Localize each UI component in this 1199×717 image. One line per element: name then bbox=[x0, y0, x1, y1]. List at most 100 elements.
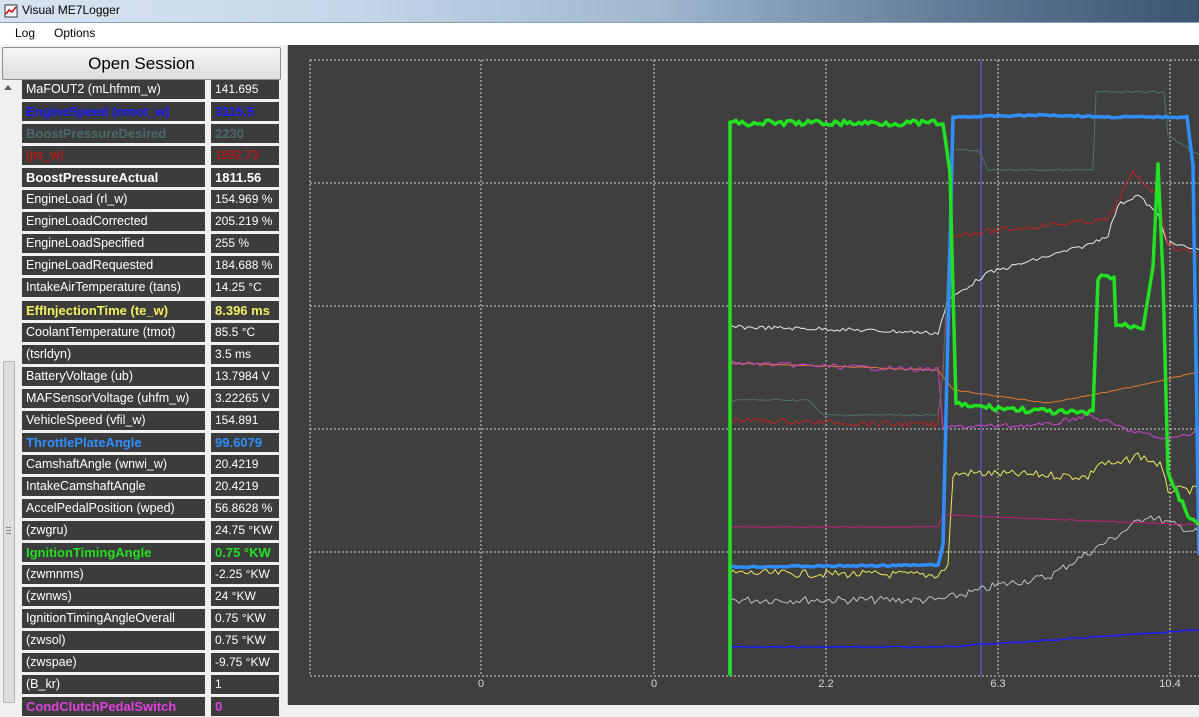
channel-value: 14.25 °C bbox=[211, 278, 279, 298]
channel-value: 154.891 bbox=[211, 410, 279, 430]
channel-row[interactable]: (ps_w) 1892.73 bbox=[22, 146, 287, 166]
channel-name: CoolantTemperature (tmot) bbox=[22, 322, 205, 342]
channel-name: AccelPedalPosition (wped) bbox=[22, 498, 205, 518]
channel-value: 85.5 °C bbox=[211, 322, 279, 342]
menu-options[interactable]: Options bbox=[54, 26, 95, 40]
channel-row[interactable]: CoolantTemperature (tmot) 85.5 °C bbox=[22, 322, 287, 343]
channel-value: 1 bbox=[211, 675, 279, 695]
channel-name: (tsrldyn) bbox=[22, 344, 205, 364]
trace-boost-actual bbox=[729, 194, 1199, 335]
channel-name: BoostPressureActual bbox=[22, 168, 205, 188]
channel-value: 99.6079 bbox=[211, 432, 279, 452]
channel-panel: Open Session MaFOUT2 (mLhfmm_w) 141.695 En… bbox=[0, 45, 288, 717]
channel-row[interactable]: EffInjectionTime (te_w) 8.396 ms bbox=[22, 300, 287, 321]
channel-value: 154.969 % bbox=[211, 190, 279, 210]
channel-value: 3.5 ms bbox=[211, 344, 279, 364]
channel-name: (zwgru) bbox=[22, 521, 205, 540]
channel-value: 8.396 ms bbox=[211, 300, 279, 320]
channel-row[interactable]: AccelPedalPosition (wped) 56.8628 % bbox=[22, 498, 287, 519]
channel-row[interactable]: EngineLoadCorrected 205.219 % bbox=[22, 212, 287, 232]
trace-pedal bbox=[729, 514, 1199, 528]
trace-throttle bbox=[728, 112, 1199, 675]
channel-row[interactable]: VehicleSpeed (vfil_w) 154.891 bbox=[22, 410, 287, 431]
channel-value: 13.7984 V bbox=[211, 366, 279, 386]
channel-value: 3.22265 V bbox=[211, 388, 279, 408]
x-tick-label: 2.2 bbox=[818, 678, 833, 690]
channel-row[interactable]: EngineLoad (rl_w) 154.969 % bbox=[22, 190, 287, 210]
channel-row[interactable]: (zwspae) -9.75 °KW bbox=[22, 653, 287, 673]
channel-value: 24 °KW bbox=[211, 587, 279, 607]
channel-name: EngineLoadRequested bbox=[22, 256, 205, 276]
channel-name: VehicleSpeed (vfil_w) bbox=[22, 410, 205, 430]
channel-name: (zwnws) bbox=[22, 587, 205, 607]
channel-row[interactable]: (zwgru) 24.75 °KW bbox=[22, 521, 287, 541]
log-chart-svg: 0 0 2.2 6.3 10.4 bbox=[309, 59, 1199, 690]
channel-row[interactable]: CondClutchPedalSwitch 0 bbox=[22, 697, 287, 717]
trace-boost-desired bbox=[729, 90, 1199, 417]
trace-clutch bbox=[729, 360, 1199, 442]
plot-area bbox=[309, 59, 1199, 677]
channel-row[interactable]: (B_kr) 1 bbox=[22, 675, 287, 695]
trace-boost-ps bbox=[729, 169, 1199, 428]
scroll-up-arrow-icon[interactable] bbox=[4, 85, 12, 90]
channel-row[interactable]: (zwsol) 0.75 °KW bbox=[22, 631, 287, 651]
channel-row[interactable]: BatteryVoltage (ub) 13.7984 V bbox=[22, 366, 287, 387]
channel-name: EngineSpeed (nmot_w) bbox=[22, 102, 205, 122]
trace-engine-speed bbox=[729, 628, 1199, 649]
channel-row[interactable]: EngineLoadRequested 184.688 % bbox=[22, 256, 287, 276]
channel-row[interactable]: EngineSpeed (nmot_w) 3115.5 bbox=[22, 102, 287, 122]
trace-coolant bbox=[730, 362, 1199, 404]
channel-value: 20.4219 bbox=[211, 454, 279, 474]
channel-name: BoostPressureDesired bbox=[22, 124, 205, 144]
channel-row[interactable]: IntakeCamshaftAngle 20.4219 bbox=[22, 476, 287, 497]
channel-name: EngineLoadCorrected bbox=[22, 212, 205, 232]
channel-row[interactable]: MaFOUT2 (mLhfmm_w) 141.695 bbox=[22, 80, 287, 100]
channel-name: ThrottlePlateAngle bbox=[22, 432, 205, 452]
channel-value: 1811.56 bbox=[211, 168, 279, 188]
channel-row[interactable]: BoostPressureActual 1811.56 bbox=[22, 168, 287, 188]
channel-value: 24.75 °KW bbox=[211, 521, 279, 540]
channel-value: 205.219 % bbox=[211, 212, 279, 232]
channel-value: 56.8628 % bbox=[211, 498, 279, 518]
channel-name: (zwmnms) bbox=[22, 565, 205, 585]
log-chart[interactable]: 0 0 2.2 6.3 10.4 bbox=[288, 45, 1199, 705]
channel-row[interactable]: (zwnws) 24 °KW bbox=[22, 587, 287, 607]
channel-value: 141.695 bbox=[211, 80, 279, 99]
channel-name: EffInjectionTime (te_w) bbox=[22, 300, 205, 320]
channel-name: CamshaftAngle (wnwi_w) bbox=[22, 454, 205, 474]
channel-name: IgnitionTimingAngle bbox=[22, 543, 205, 563]
channel-value: 0.75 °KW bbox=[211, 631, 279, 651]
channel-value: 1892.73 bbox=[211, 146, 279, 166]
channel-row[interactable]: IgnitionTimingAngleOverall 0.75 °KW bbox=[22, 609, 287, 629]
channel-name: (ps_w) bbox=[22, 146, 205, 166]
open-session-button[interactable]: Open Session bbox=[2, 47, 281, 80]
menu-log[interactable]: Log bbox=[15, 26, 35, 40]
channel-name: MAFSensorVoltage (uhfm_w) bbox=[22, 388, 205, 408]
channel-row[interactable]: IntakeAirTemperature (tans) 14.25 °C bbox=[22, 278, 287, 298]
channel-row[interactable]: CamshaftAngle (wnwi_w) 20.4219 bbox=[22, 454, 287, 475]
scroll-thumb[interactable] bbox=[3, 361, 15, 703]
channel-value: 2230 bbox=[211, 124, 279, 144]
channel-name: EngineLoad (rl_w) bbox=[22, 190, 205, 210]
channel-scrollbar[interactable] bbox=[0, 81, 17, 705]
channel-value: 184.688 % bbox=[211, 256, 279, 276]
window-title: Visual ME7Logger bbox=[22, 3, 120, 17]
channel-name: IntakeAirTemperature (tans) bbox=[22, 278, 205, 298]
channel-row[interactable]: BoostPressureDesired 2230 bbox=[22, 124, 287, 144]
channel-row[interactable]: (tsrldyn) 3.5 ms bbox=[22, 344, 287, 365]
channel-row[interactable]: EngineLoadSpecified 255 % bbox=[22, 234, 287, 254]
app-icon bbox=[4, 4, 18, 18]
title-bar: Visual ME7Logger bbox=[0, 0, 1199, 23]
x-tick-label: 6.3 bbox=[990, 678, 1005, 690]
channel-row[interactable]: MAFSensorVoltage (uhfm_w) 3.22265 V bbox=[22, 388, 287, 409]
channel-value: -9.75 °KW bbox=[211, 653, 279, 673]
trace-ignition bbox=[728, 118, 1199, 676]
x-tick-label: 10.4 bbox=[1159, 678, 1180, 690]
channel-value: 3115.5 bbox=[211, 102, 279, 122]
channel-value: -2.25 °KW bbox=[211, 565, 279, 585]
channel-row[interactable]: IgnitionTimingAngle 0.75 °KW bbox=[22, 543, 287, 563]
channel-name: (zwsol) bbox=[22, 631, 205, 651]
channel-row[interactable]: (zwmnms) -2.25 °KW bbox=[22, 565, 287, 585]
channel-row[interactable]: ThrottlePlateAngle 99.6079 bbox=[22, 432, 287, 453]
channel-name: BatteryVoltage (ub) bbox=[22, 366, 205, 386]
